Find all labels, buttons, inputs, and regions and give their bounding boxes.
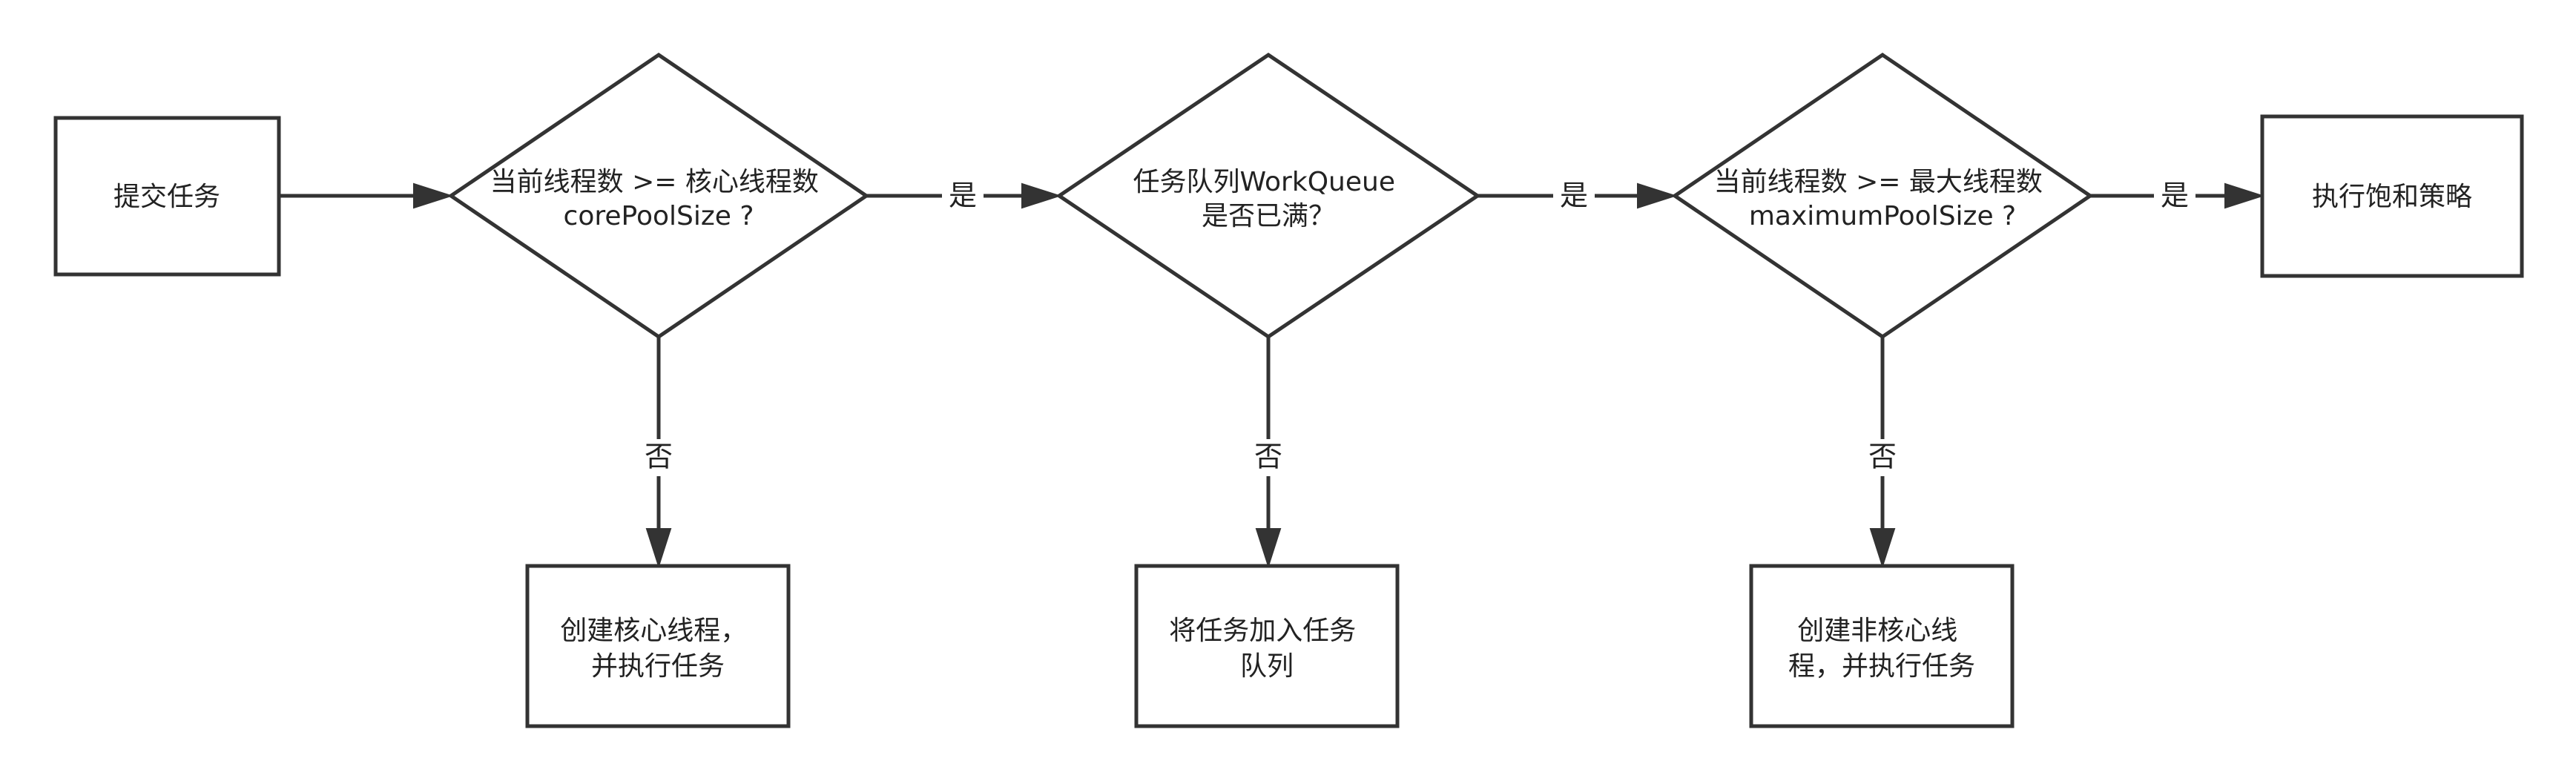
node-label: 执行饱和策略 (2312, 182, 2472, 212)
node-label-line: 提交任务 (113, 182, 220, 212)
node-label-line: corePoolSize ? (564, 201, 754, 231)
node-label-line: 当前线程数 >= 核心线程数 (490, 167, 819, 197)
node-label: 提交任务 (113, 182, 220, 212)
node-label-line: 执行饱和策略 (2312, 182, 2472, 212)
decision-core-pool-size: 当前线程数 >= 核心线程数 corePoolSize ? (447, 52, 870, 340)
edge-label-yes: 是 (2161, 179, 2189, 212)
decision-work-queue-full: 任务队列WorkQueue 是否已满？ (1055, 52, 1481, 340)
nodes: 提交任务 当前线程数 >= 核心线程数 corePoolSize ? 任务队列W… (53, 52, 2524, 728)
edge-submit-to-check-core (279, 182, 454, 209)
arrowhead (1021, 182, 1062, 209)
node-label-line: 程，并执行任务 (1788, 651, 1975, 682)
edge-check-max-to-reject: 是 (2090, 178, 2265, 215)
arrowhead (645, 528, 672, 569)
node-label-line: 当前线程数 >= 最大线程数 (1714, 167, 2043, 197)
arrowhead (2224, 182, 2265, 209)
node-label-line: 任务队列WorkQueue (1133, 167, 1395, 197)
edge-check-queue-to-enqueue: 否 (1249, 337, 1288, 569)
arrowhead (1637, 182, 1678, 209)
node-label-line: 创建非核心线 (1797, 616, 1957, 646)
edge-check-core-to-create-core: 否 (639, 337, 678, 569)
node-create-noncore-thread: 创建非核心线 程，并执行任务 (1749, 564, 2015, 728)
node-label-line: 是否已满？ (1202, 201, 1335, 231)
node-label-line: 将任务加入任务 (1169, 616, 1356, 646)
arrowhead (1255, 528, 1282, 569)
node-label-line: 并执行任务 (591, 651, 725, 682)
node-label-line: 创建核心线程， (560, 616, 747, 646)
node-label-line: 队列 (1240, 651, 1294, 682)
edge-label-no: 否 (1254, 441, 1282, 473)
edge-check-core-to-check-queue: 是 (866, 178, 1062, 215)
arrowhead (413, 182, 454, 209)
node-create-core-thread: 创建核心线程， 并执行任务 (525, 564, 791, 728)
edge-label-no: 否 (1868, 441, 1897, 473)
edge-check-max-to-create-noncore: 否 (1863, 337, 1902, 569)
edge-label-no: 否 (645, 441, 673, 473)
thread-pool-flowchart: 是 是 是 否 否 否 提交任务 当前线程数 >= 核心线程数 corePool… (53, 52, 2524, 728)
edge-check-queue-to-check-max: 是 (1478, 178, 1678, 215)
node-label-line: maximumPoolSize ? (1749, 201, 2016, 231)
arrowhead (1869, 528, 1896, 569)
edge-label-yes: 是 (949, 179, 977, 212)
edge-label-yes: 是 (1560, 179, 1588, 212)
node-enqueue-task: 将任务加入任务 队列 (1134, 564, 1400, 728)
node-saturation-policy: 执行饱和策略 (2260, 114, 2524, 278)
node-submit-task: 提交任务 (53, 116, 281, 277)
decision-maximum-pool-size: 当前线程数 >= 最大线程数 maximumPoolSize ? (1671, 52, 2094, 340)
